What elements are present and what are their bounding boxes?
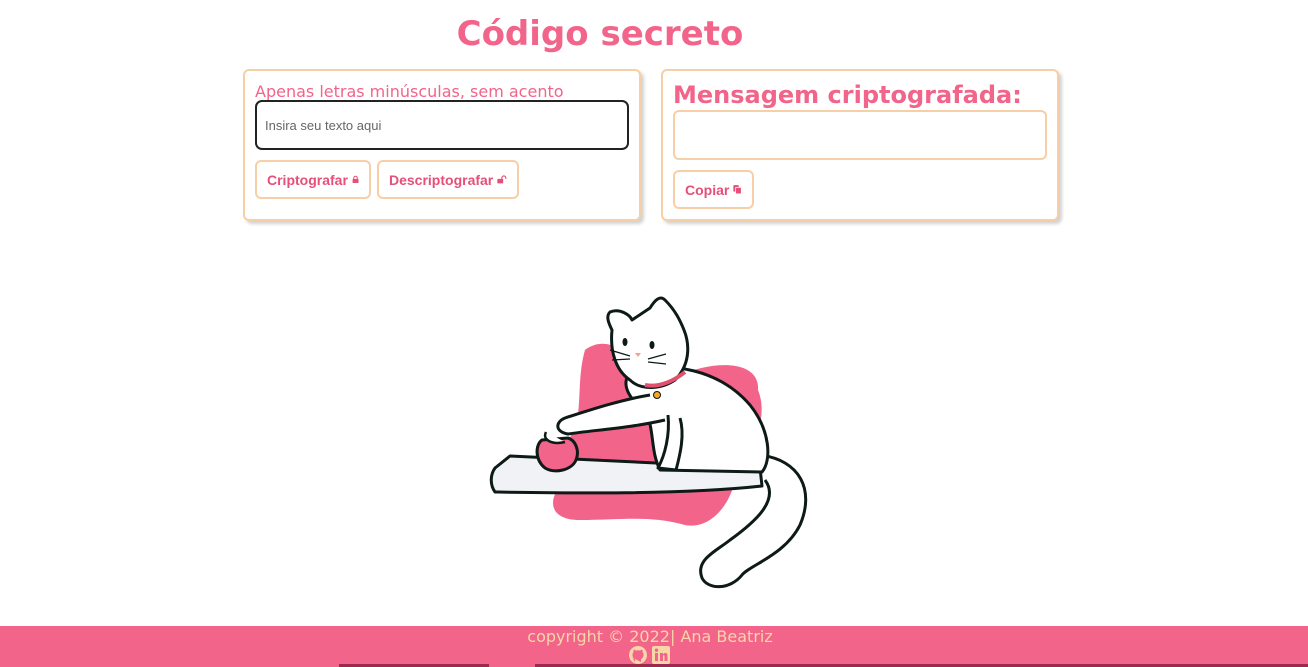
copy-button-label: Copiar [685,181,730,198]
output-field[interactable] [673,110,1047,160]
lock-icon [352,175,359,184]
copyright-text: copyright © 2022| Ana Beatriz [527,627,773,646]
github-icon [629,646,647,664]
input-hint: Apenas letras minúsculas, sem acento [255,82,564,101]
footer: copyright © 2022| Ana Beatriz [0,626,1308,667]
github-link[interactable] [628,645,648,665]
copy-icon [733,185,742,195]
page: Código secreto Apenas letras minúsculas,… [0,0,1308,667]
message-input[interactable] [255,100,629,150]
encrypt-button[interactable]: Criptografar [255,160,371,199]
copy-button[interactable]: Copiar [673,170,754,209]
unlock-icon [497,175,507,184]
linkedin-icon [652,646,670,664]
decrypt-button[interactable]: Descriptografar [377,160,519,199]
page-title: Código secreto [456,14,744,54]
social-links [628,645,671,665]
encrypt-button-label: Criptografar [267,171,348,188]
cat-illustration [489,296,808,589]
output-panel: Mensagem criptografada: Copiar [661,69,1059,221]
output-title: Mensagem criptografada: [673,81,1022,109]
encrypt-panel: Apenas letras minúsculas, sem acento Cri… [243,69,641,221]
linkedin-link[interactable] [651,645,671,665]
decrypt-button-label: Descriptografar [389,171,494,188]
